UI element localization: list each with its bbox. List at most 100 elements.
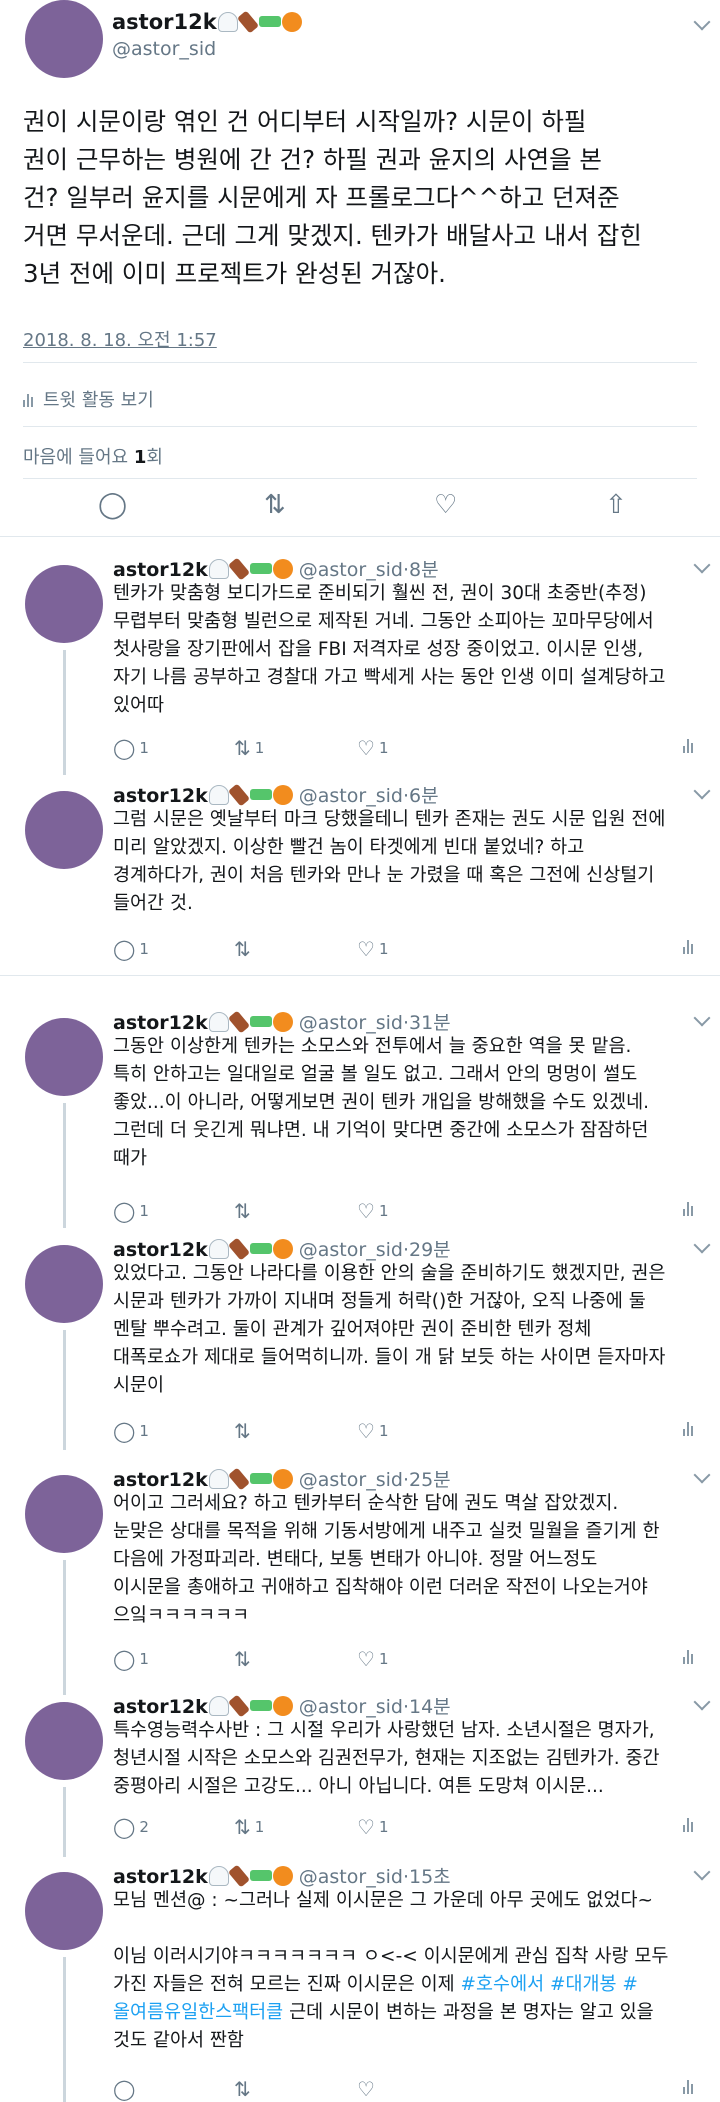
author-name[interactable]: astor12k bbox=[112, 10, 302, 34]
retweet-icon[interactable]: ⇅ bbox=[264, 490, 286, 520]
chevron-down-icon[interactable] bbox=[693, 1009, 711, 1027]
reply-actions: ◯ 1 ⇅ ♡ 1 bbox=[113, 938, 713, 964]
pumpkin-emoji-icon bbox=[272, 559, 293, 579]
reply-time[interactable]: 14분 bbox=[409, 1696, 451, 1718]
like-button[interactable]: ♡ 1 bbox=[357, 1420, 388, 1442]
chevron-down-icon[interactable] bbox=[693, 1236, 711, 1254]
analytics-button[interactable] bbox=[683, 1816, 693, 1832]
reply-time[interactable]: 15초 bbox=[409, 1866, 451, 1888]
retweet-button[interactable]: ⇅ bbox=[234, 2078, 255, 2100]
reply-tweet[interactable]: astor12k @astor_sid·8분 텐카가 맞춤형 보디가드로 준비되… bbox=[0, 555, 720, 775]
chevron-down-icon[interactable] bbox=[693, 782, 711, 800]
divider bbox=[23, 478, 697, 479]
like-button[interactable]: ♡ 1 bbox=[357, 737, 388, 759]
author-handle[interactable]: @astor_sid bbox=[299, 785, 403, 807]
author-name[interactable]: astor12k bbox=[113, 1469, 208, 1491]
tweet-activity-label: 트윗 활동 보기 bbox=[43, 390, 154, 411]
reply-time[interactable]: 25분 bbox=[409, 1469, 451, 1491]
reply-button[interactable]: ◯ 1 bbox=[113, 1648, 149, 1670]
reply-time[interactable]: 8분 bbox=[409, 559, 439, 581]
author-handle[interactable]: @astor_sid bbox=[299, 1866, 403, 1888]
avatar[interactable] bbox=[25, 791, 103, 869]
author-name[interactable]: astor12k bbox=[113, 559, 208, 581]
analytics-button[interactable] bbox=[683, 737, 693, 753]
reply-tweet[interactable]: astor12k @astor_sid·31분 그동안 이상한게 텐카는 소모스… bbox=[0, 1008, 720, 1228]
author-handle[interactable]: @astor_sid bbox=[112, 38, 216, 60]
chevron-down-icon[interactable] bbox=[693, 1693, 711, 1711]
reply-tweet[interactable]: astor12k @astor_sid·15초 모님 멘션@ : ~그러나 실제… bbox=[0, 1862, 720, 2102]
author-handle[interactable]: @astor_sid bbox=[299, 1012, 403, 1034]
retweet-button[interactable]: ⇅ 1 bbox=[234, 737, 264, 759]
ghost-emoji-icon bbox=[208, 559, 229, 579]
author-handle[interactable]: @astor_sid bbox=[299, 1469, 403, 1491]
reply-button[interactable]: ◯ 1 bbox=[113, 1420, 149, 1442]
retweet-button[interactable]: ⇅ 1 bbox=[234, 1816, 264, 1838]
reply-button[interactable]: ◯ 1 bbox=[113, 737, 149, 759]
like-button[interactable]: ♡ 1 bbox=[357, 1648, 388, 1670]
likes-count[interactable]: 마음에 들어요 1회 bbox=[23, 443, 163, 469]
retweet-button[interactable]: ⇅ bbox=[234, 1420, 255, 1442]
coffin-emoji-icon bbox=[227, 1694, 250, 1718]
reply-button[interactable]: ◯ 1 bbox=[113, 938, 149, 960]
tweet-timestamp[interactable]: 2018. 8. 18. 오전 1:57 bbox=[23, 326, 217, 352]
coffin-emoji-icon bbox=[227, 783, 250, 807]
reply-icon[interactable]: ◯ bbox=[98, 490, 127, 520]
reply-button[interactable]: ◯ 1 bbox=[113, 1200, 149, 1222]
divider bbox=[0, 975, 720, 976]
pumpkin-emoji-icon bbox=[281, 12, 302, 32]
reply-button[interactable]: ◯ 2 bbox=[113, 1816, 149, 1838]
author-name[interactable]: astor12k bbox=[113, 1866, 208, 1888]
analytics-button[interactable] bbox=[683, 1200, 693, 1216]
heart-icon[interactable]: ♡ bbox=[434, 490, 457, 520]
retweet-button[interactable]: ⇅ bbox=[234, 1200, 255, 1222]
analytics-button[interactable] bbox=[683, 1648, 693, 1664]
reply-tweet[interactable]: astor12k @astor_sid·6분 그럼 시문은 옛날부터 마크 당했… bbox=[0, 781, 720, 971]
retweet-icon: ⇅ bbox=[234, 1815, 251, 1839]
chevron-down-icon[interactable] bbox=[693, 1863, 711, 1881]
avatar[interactable] bbox=[25, 565, 103, 643]
divider bbox=[23, 362, 697, 363]
author-handle[interactable]: @astor_sid bbox=[299, 1239, 403, 1261]
chevron-down-icon[interactable] bbox=[693, 556, 711, 574]
author-name[interactable]: astor12k bbox=[113, 1012, 208, 1034]
avatar[interactable] bbox=[25, 1245, 103, 1323]
like-button[interactable]: ♡ bbox=[357, 2078, 379, 2100]
reply-time[interactable]: 31분 bbox=[409, 1012, 451, 1034]
analytics-button[interactable] bbox=[683, 1420, 693, 1436]
avatar[interactable] bbox=[25, 0, 103, 78]
retweet-button[interactable]: ⇅ bbox=[234, 1648, 255, 1670]
reply-actions: ◯ 1 ⇅ ♡ 1 bbox=[113, 1420, 713, 1446]
tweet-activity-link[interactable]: 트윗 활동 보기 bbox=[23, 386, 154, 412]
author-name[interactable]: astor12k bbox=[113, 1696, 208, 1718]
coffin-emoji-icon bbox=[236, 10, 259, 34]
analytics-button[interactable] bbox=[683, 938, 693, 954]
avatar[interactable] bbox=[25, 1018, 103, 1096]
reply-button[interactable]: ◯ bbox=[113, 2078, 139, 2100]
author-handle[interactable]: @astor_sid bbox=[299, 1696, 403, 1718]
reply-time[interactable]: 6분 bbox=[409, 785, 439, 807]
thread-line bbox=[63, 1330, 66, 1450]
like-button[interactable]: ♡ 1 bbox=[357, 938, 388, 960]
ghost-emoji-icon bbox=[208, 1696, 229, 1716]
like-button[interactable]: ♡ 1 bbox=[357, 1816, 388, 1838]
pumpkin-emoji-icon bbox=[272, 1696, 293, 1716]
reply-text: 그럼 시문은 옛날부터 마크 당했을테니 텐카 존재는 권도 시문 입원 전에 … bbox=[113, 809, 666, 914]
share-icon[interactable]: ⇧ bbox=[605, 490, 627, 520]
avatar[interactable] bbox=[25, 1872, 103, 1950]
avatar[interactable] bbox=[25, 1702, 103, 1780]
author-handle[interactable]: @astor_sid bbox=[299, 559, 403, 581]
author-name[interactable]: astor12k bbox=[113, 785, 208, 807]
chevron-down-icon[interactable] bbox=[693, 13, 711, 31]
avatar[interactable] bbox=[25, 1475, 103, 1553]
reply-time[interactable]: 29분 bbox=[409, 1239, 451, 1261]
reply-tweet[interactable]: astor12k @astor_sid·29분 있었다고. 그동안 나라다를 이… bbox=[0, 1235, 720, 1450]
analytics-button[interactable] bbox=[683, 2078, 693, 2094]
water-pistol-emoji-icon bbox=[249, 1243, 272, 1254]
chevron-down-icon[interactable] bbox=[693, 1466, 711, 1484]
retweet-button[interactable]: ⇅ bbox=[234, 938, 255, 960]
reply-header: astor12k @astor_sid·14분 bbox=[113, 1694, 451, 1718]
reply-text: 있었다고. 그동안 나라다를 이용한 안의 술을 준비하기도 했겠지만, 권은 … bbox=[113, 1263, 666, 1396]
author-name[interactable]: astor12k bbox=[113, 1239, 208, 1261]
reply-header: astor12k @astor_sid·29분 bbox=[113, 1237, 451, 1261]
like-button[interactable]: ♡ 1 bbox=[357, 1200, 388, 1222]
